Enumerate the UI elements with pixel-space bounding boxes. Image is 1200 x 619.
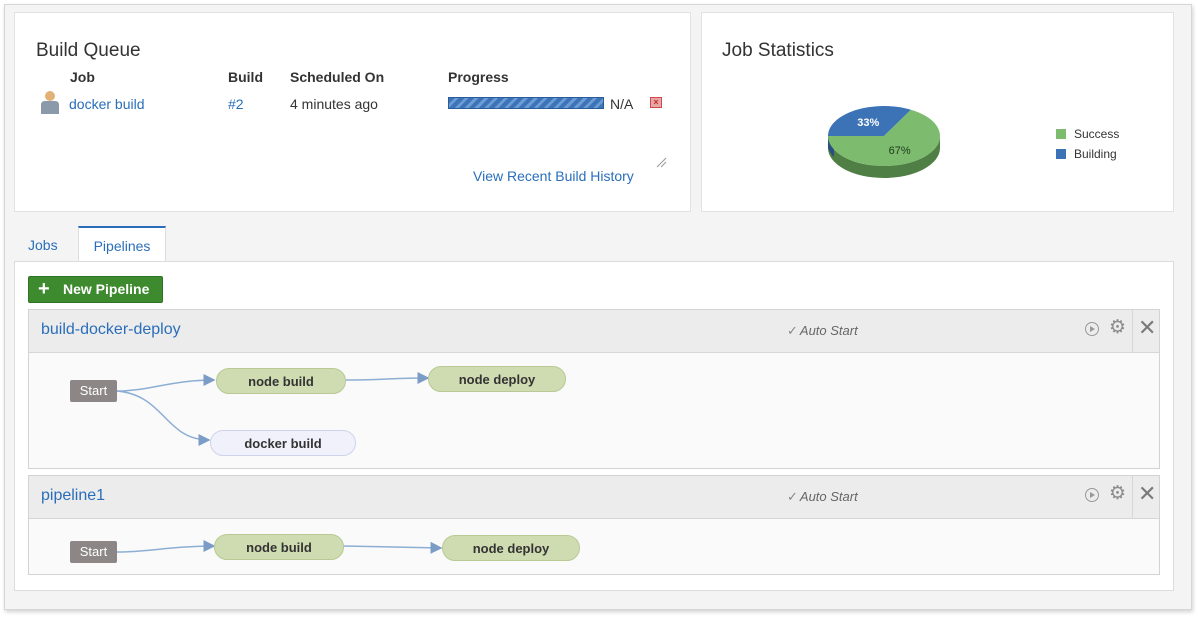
pipeline-node-node-deploy[interactable]: node deploy xyxy=(442,535,580,561)
gear-icon[interactable]: ⚙ xyxy=(1109,318,1126,338)
job-statistics-pie: 33% 67% xyxy=(820,100,960,195)
pipeline-node-docker-build[interactable]: docker build xyxy=(210,430,356,456)
legend-label-building: Building xyxy=(1074,147,1117,161)
column-header-progress: Progress xyxy=(448,69,509,85)
pipeline-node-node-build[interactable]: node build xyxy=(216,368,346,394)
auto-start-label: Auto Start xyxy=(799,489,858,504)
auto-start-indicator: ✓ Auto Start xyxy=(787,489,858,505)
legend-item-success: Success xyxy=(1056,127,1119,141)
tab-jobs[interactable]: Jobs xyxy=(28,226,58,262)
checkmark-icon: ✓ xyxy=(787,489,798,504)
pipeline-card: build-docker-deploy ✓ Auto Start ⚙ ✕ xyxy=(28,309,1160,469)
column-header-job: Job xyxy=(70,69,95,85)
job-statistics-title: Job Statistics xyxy=(722,40,834,61)
legend-label-success: Success xyxy=(1074,127,1120,141)
header-divider xyxy=(1132,476,1133,518)
close-icon[interactable]: ✕ xyxy=(1138,483,1156,505)
tab-bar: Jobs Pipelines xyxy=(14,226,1174,262)
pipeline-header: build-docker-deploy ✓ Auto Start ⚙ ✕ xyxy=(29,310,1159,353)
pipeline-name[interactable]: pipeline1 xyxy=(41,487,105,505)
cancel-icon[interactable]: × xyxy=(650,97,662,108)
header-divider xyxy=(1132,310,1133,352)
pipeline-node-node-deploy[interactable]: node deploy xyxy=(428,366,566,392)
legend-swatch-building xyxy=(1056,149,1066,159)
pie-label-success: 67% xyxy=(889,145,911,157)
view-build-history-link[interactable]: View Recent Build History xyxy=(473,168,634,184)
auto-start-label: Auto Start xyxy=(799,323,858,338)
new-pipeline-label: New Pipeline xyxy=(63,281,150,297)
tab-pipelines[interactable]: Pipelines xyxy=(78,226,166,262)
queue-job-link[interactable]: docker build xyxy=(69,96,145,112)
resize-grip-icon[interactable] xyxy=(655,156,667,168)
pipeline-card: pipeline1 ✓ Auto Start ⚙ ✕ xyxy=(28,475,1160,575)
queue-progress-text: N/A xyxy=(610,96,634,112)
column-header-build: Build xyxy=(228,69,263,85)
pipeline-header: pipeline1 ✓ Auto Start ⚙ ✕ xyxy=(29,476,1159,519)
auto-start-indicator: ✓ Auto Start xyxy=(787,323,858,339)
queue-progress-bar xyxy=(448,97,604,109)
queue-progress-fill xyxy=(449,98,603,108)
pie-label-building: 33% xyxy=(857,117,879,129)
checkmark-icon: ✓ xyxy=(787,323,798,338)
play-circle-icon[interactable] xyxy=(1085,488,1099,502)
queue-build-link[interactable]: #2 xyxy=(228,96,244,112)
build-queue-title: Build Queue xyxy=(36,40,141,61)
legend-swatch-success xyxy=(1056,129,1066,139)
queue-scheduled: 4 minutes ago xyxy=(290,96,378,112)
close-icon[interactable]: ✕ xyxy=(1138,317,1156,339)
pipeline-start-node[interactable]: Start xyxy=(70,380,117,402)
new-pipeline-button[interactable]: + New Pipeline xyxy=(28,276,163,303)
column-header-scheduled: Scheduled On xyxy=(290,69,385,85)
pipeline-start-node[interactable]: Start xyxy=(70,541,117,563)
gear-icon[interactable]: ⚙ xyxy=(1109,484,1126,504)
user-icon xyxy=(41,91,59,114)
pipeline-name[interactable]: build-docker-deploy xyxy=(41,321,181,339)
pie-chart: 33% 67% xyxy=(828,106,940,178)
play-circle-icon[interactable] xyxy=(1085,322,1099,336)
legend-item-building: Building xyxy=(1056,147,1117,161)
pipeline-node-node-build[interactable]: node build xyxy=(214,534,344,560)
plus-icon: + xyxy=(38,278,50,300)
